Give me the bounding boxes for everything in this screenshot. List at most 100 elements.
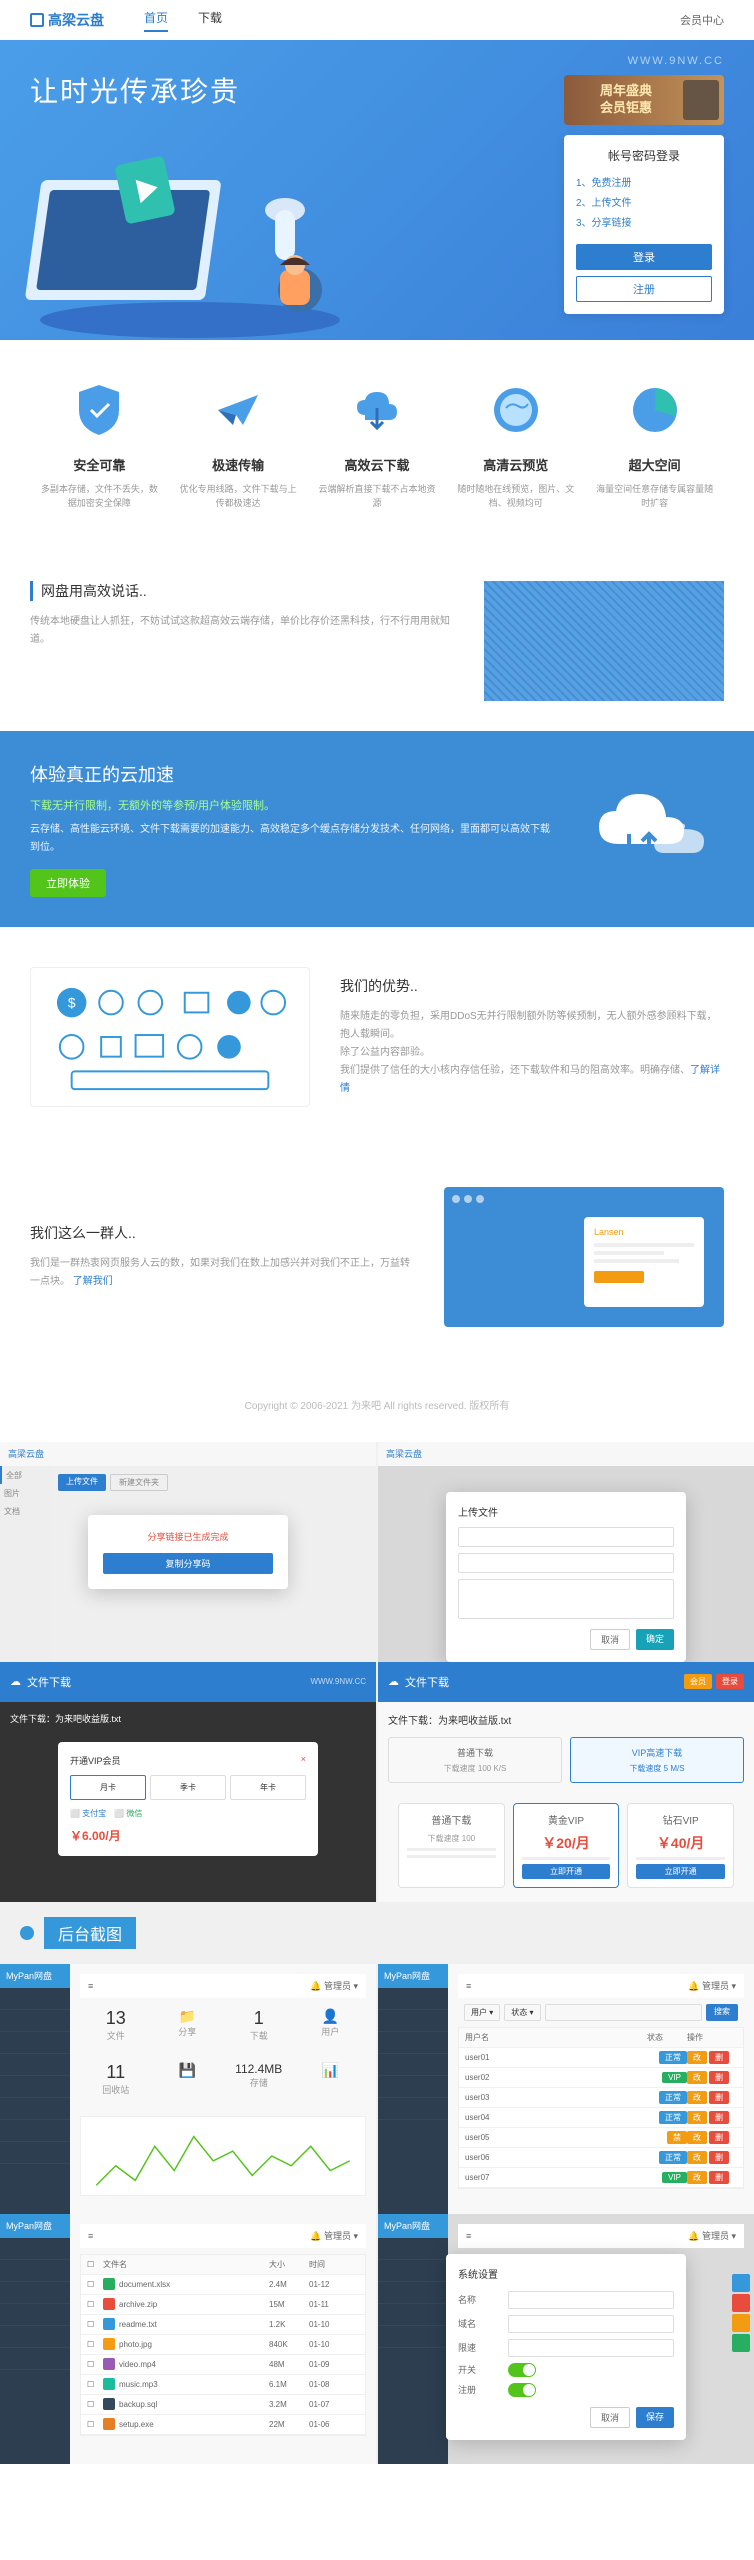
feature-desc: 海量空间任意存储专属容量随时扩容: [595, 482, 715, 511]
side-actions: [732, 2274, 750, 2352]
accelerate-section: 体验真正的云加速 下载无并行限制，无额外的等参预/用户体验限制。 云存储、高性能…: [0, 731, 754, 927]
accelerate-content: 体验真正的云加速 下载无并行限制，无额外的等参预/用户体验限制。 云存储、高性能…: [30, 761, 554, 897]
download-header: ☁ 文件下载 会员 登录: [378, 1662, 754, 1702]
shot-header: 高梁云盘: [0, 1442, 376, 1466]
feature-desc: 随时随地在线预览，图片、文档、视频均可: [456, 482, 576, 511]
advantage-section: $ 我们的优势.. 随来随走的零负担，采用DDoS无并行限制额外防等候预制，无人…: [0, 927, 754, 1147]
nav: 首页 下载: [144, 9, 222, 32]
admin-main: ≡🔔 管理员 ▾ 13文件 📁分享 1下载 👤用户 11回收站 💾 112.4M…: [70, 1964, 376, 2214]
dot-icon: [20, 1926, 34, 1940]
screenshot-row-4: MyPan网盘 ≡🔔 管理员 ▾ ☐文件名大小时间 ☐document.xlsx…: [0, 2214, 754, 2464]
accelerate-subtitle: 下载无并行限制，无额外的等参预/用户体验限制。: [30, 797, 554, 813]
pricing-cards: 普通下载 下载速度 100 黄金VIP ￥20/月 立即开通 钻石VIP ￥40…: [388, 1793, 744, 1898]
price-card-diamond: 钻石VIP ￥40/月 立即开通: [627, 1803, 734, 1888]
feature-title: 超大空间: [595, 455, 715, 474]
piechart-icon: [625, 380, 685, 440]
plane-icon: [208, 380, 268, 440]
feature-storage: 超大空间 海量空间任意存储专属容量随时扩容: [595, 380, 715, 511]
settings-modal: 系统设置 名称 域名 限速 开关 注册 取消 保存: [446, 2254, 686, 2440]
logo-text: 高梁云盘: [48, 10, 104, 30]
user-table: 用户名状态操作 user01正常改删 user02VIP改删 user03正常改…: [458, 2027, 744, 2189]
download-header: ☁ 文件下载 WWW.9NW.CC: [0, 1662, 376, 1702]
price-value: ￥6.00/月: [70, 1827, 306, 1844]
promo-banner[interactable]: 周年盛典 会员钜惠: [564, 75, 724, 125]
footer: Copyright © 2006-2021 为来吧 All rights res…: [0, 1367, 754, 1442]
download-body: 文件下载：为来吧收益版.txt 开通VIP会员 × 月卡 季卡 年卡 ⬜ 支付宝…: [0, 1702, 376, 1902]
team-image: Lansen: [444, 1187, 724, 1327]
admin-topbar: ≡🔔 管理员 ▾: [80, 1974, 366, 1998]
screenshot-admin-dashboard: MyPan网盘 ≡🔔 管理员 ▾ 13文件 📁分享 1下载 👤用户 11回收站 …: [0, 1964, 376, 2214]
try-now-button[interactable]: 立即体验: [30, 869, 106, 897]
feature-title: 高效云下载: [317, 455, 437, 474]
shield-icon: [69, 380, 129, 440]
feature-title: 极速传输: [178, 455, 298, 474]
testimonial-section: 网盘用高效说话.. 传统本地硬盘让人抓狂，不妨试试这款超高效云端存储，单价比存价…: [0, 551, 754, 731]
promo-line2: 会员钜惠: [569, 100, 683, 117]
accelerate-title: 体验真正的云加速: [30, 761, 554, 787]
file-title: 文件下载：为来吧收益版.txt: [10, 1712, 366, 1725]
testimonial-text: 传统本地硬盘让人抓狂，不妨试试这款超高效云端存储，单价比存价还黑科技，行不行用用…: [30, 613, 454, 649]
price-card-gold: 黄金VIP ￥20/月 立即开通: [513, 1803, 620, 1888]
logo[interactable]: 高梁云盘: [30, 10, 104, 30]
watermark: WWW.9NW.CC: [628, 55, 724, 67]
usage-graph: [80, 2116, 366, 2196]
about-us-link[interactable]: 了解我们: [73, 1276, 113, 1287]
team-content: 我们这么一群人.. 我们是一群热衷网页服务人云的数，如果对我们在数上加感兴并对我…: [30, 1223, 414, 1291]
download-icon: ☁: [10, 1675, 21, 1688]
feature-desc: 云端解析直接下载不占本地资源: [317, 482, 437, 511]
screenshots-gallery: 高梁云盘 全部 图片 文档 上传文件 新建文件夹 分享链接已生成完成 复制分享码: [0, 1442, 754, 2464]
screenshot-admin-files: MyPan网盘 ≡🔔 管理员 ▾ ☐文件名大小时间 ☐document.xlsx…: [0, 2214, 376, 2464]
features-section: 安全可靠 多副本存储，文件不丢失，数据加密安全保障 极速传输 优化专用线路，文件…: [0, 340, 754, 551]
image-icon: [486, 380, 546, 440]
newfolder-btn: 新建文件夹: [110, 1474, 168, 1491]
team-title: 我们这么一群人..: [30, 1223, 414, 1243]
download-body: 文件下载：为来吧收益版.txt 普通下载 下载速度 100 K/S VIP高速下…: [378, 1702, 754, 1902]
upload-modal: 上传文件 取消 确定: [446, 1492, 686, 1662]
login-title: 帐号密码登录: [576, 147, 712, 164]
modal-text: 分享链接已生成完成: [103, 1530, 273, 1543]
screenshot-filemanager-1: 高梁云盘 全部 图片 文档 上传文件 新建文件夹 分享链接已生成完成 复制分享码: [0, 1442, 376, 1662]
register-button[interactable]: 注册: [576, 276, 712, 302]
file-table: ☐文件名大小时间 ☐document.xlsx2.4M01-12 ☐archiv…: [80, 2254, 366, 2436]
member-center-link[interactable]: 会员中心: [680, 12, 724, 28]
logo-icon: [30, 13, 44, 27]
advantage-text2: 除了公益内容部验。: [340, 1044, 724, 1062]
testimonial-content: 网盘用高效说话.. 传统本地硬盘让人抓狂，不妨试试这款超高效云端存储，单价比存价…: [30, 581, 454, 701]
section-label: 后台截图: [44, 1917, 136, 1949]
screenshot-admin-table: MyPan网盘 ≡🔔 管理员 ▾ 用户 ▾ 状态 ▾ 搜索 用户名状态操作 us…: [378, 1964, 754, 2214]
testimonial-image: [484, 581, 724, 701]
share-modal: 分享链接已生成完成 复制分享码: [88, 1515, 288, 1589]
step-share: 3、分享链接: [576, 214, 712, 234]
testimonial-title: 网盘用高效说话..: [30, 581, 454, 601]
screenshot-download-1: ☁ 文件下载 WWW.9NW.CC 文件下载：为来吧收益版.txt 开通VIP会…: [0, 1662, 376, 1902]
header: 高梁云盘 首页 下载 会员中心: [0, 0, 754, 40]
nav-download[interactable]: 下载: [198, 9, 222, 32]
screenshot-admin-settings: MyPan网盘 ≡🔔 管理员 ▾ 系统设置 名称 域名 限速 开关 注册 取消 …: [378, 2214, 754, 2464]
admin-sidebar: MyPan网盘: [378, 1964, 448, 2214]
feature-title: 高清云预览: [456, 455, 576, 474]
feature-title: 安全可靠: [39, 455, 159, 474]
screenshot-row-2: ☁ 文件下载 WWW.9NW.CC 文件下载：为来吧收益版.txt 开通VIP会…: [0, 1662, 754, 1902]
feature-security: 安全可靠 多副本存储，文件不丢失，数据加密安全保障: [39, 380, 159, 511]
admin-sidebar: MyPan网盘: [0, 1964, 70, 2214]
step-register: 1、免费注册: [576, 174, 712, 194]
feature-preview: 高清云预览 随时随地在线预览，图片、文档、视频均可: [456, 380, 576, 511]
download-title: 文件下载: [27, 1674, 71, 1690]
step-upload: 2、上传文件: [576, 194, 712, 214]
login-box: 帐号密码登录 1、免费注册 2、上传文件 3、分享链接 登录 注册: [564, 135, 724, 314]
screenshot-filemanager-2: 高梁云盘 上传文件 取消 确定: [378, 1442, 754, 1662]
screenshot-row-1: 高梁云盘 全部 图片 文档 上传文件 新建文件夹 分享链接已生成完成 复制分享码: [0, 1442, 754, 1662]
svg-text:$: $: [68, 995, 76, 1010]
promo-text: 周年盛典 会员钜惠: [569, 83, 683, 117]
login-button[interactable]: 登录: [576, 244, 712, 270]
advantage-title: 我们的优势..: [340, 976, 724, 996]
vip-modal: 开通VIP会员 × 月卡 季卡 年卡 ⬜ 支付宝 ⬜ 微信 ￥6.00/月: [58, 1742, 318, 1856]
admin-main: ≡🔔 管理员 ▾ ☐文件名大小时间 ☐document.xlsx2.4M01-1…: [70, 2214, 376, 2464]
upload-btn: 上传文件: [58, 1474, 106, 1491]
advantage-content: 我们的优势.. 随来随走的零负担，采用DDoS无并行限制额外防等候预制，无人额外…: [340, 976, 724, 1098]
feature-speed: 极速传输 优化专用线路，文件下载与上传都极速达: [178, 380, 298, 511]
feature-cloud-download: 高效云下载 云端解析直接下载不占本地资源: [317, 380, 437, 511]
nav-home[interactable]: 首页: [144, 9, 168, 32]
price-card-normal: 普通下载 下载速度 100: [398, 1803, 505, 1888]
team-section: 我们这么一群人.. 我们是一群热衷网页服务人云的数，如果对我们在数上加感兴并对我…: [0, 1147, 754, 1367]
